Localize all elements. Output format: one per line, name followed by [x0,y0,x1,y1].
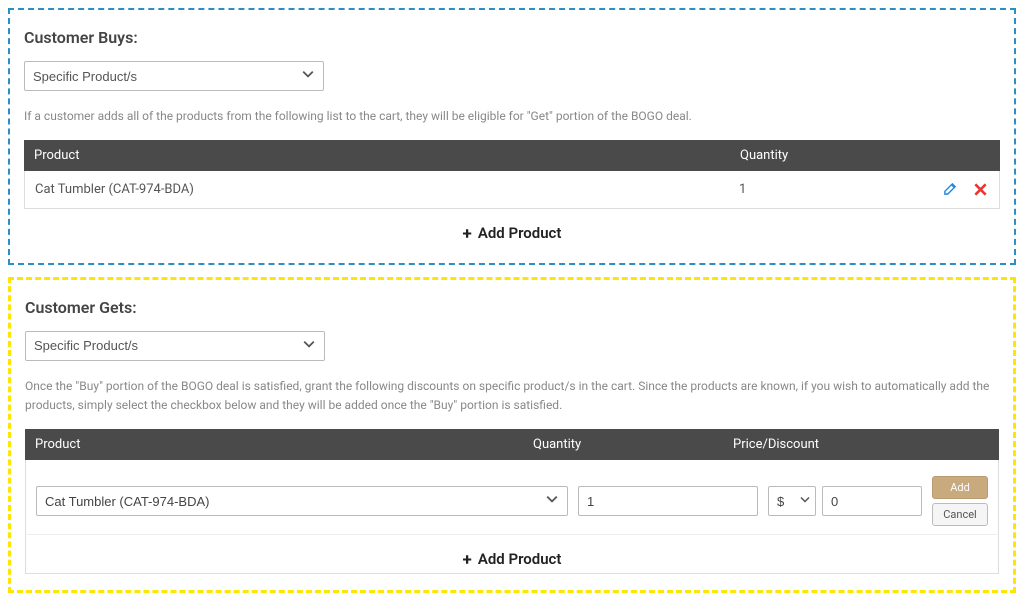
gets-type-select[interactable]: Specific Product/s [25,331,325,361]
add-button[interactable]: Add [932,476,988,499]
gets-header-price: Price/Discount [723,437,923,452]
buys-header-product: Product [34,148,740,163]
gets-header-product: Product [35,437,523,452]
buys-add-product[interactable]: + Add Product [24,209,1000,247]
gets-price-input[interactable] [822,486,922,516]
gets-unit-select[interactable]: $ [768,486,816,516]
gets-price-group: $ [768,486,922,516]
gets-type-select-wrap: Specific Product/s [25,331,325,361]
plus-icon: + [463,224,472,244]
gets-add-label: Add Product [478,550,562,568]
buys-row-actions [929,179,989,200]
customer-buys-title: Customer Buys: [24,28,1000,47]
gets-product-select-wrap: Cat Tumbler (CAT-974-BDA) [36,486,568,516]
gets-post-area: + Add Product [25,535,999,574]
gets-add-product[interactable]: + Add Product [26,535,998,573]
buys-type-select-wrap: Specific Product/s [24,61,324,91]
buys-help-text: If a customer adds all of the products f… [24,107,1000,126]
gets-edit-buttons: Add Cancel [932,476,988,526]
gets-header-quantity: Quantity [523,437,723,452]
delete-icon[interactable] [971,180,989,198]
gets-help-text: Once the "Buy" portion of the BOGO deal … [25,377,999,415]
gets-edit-row: Cat Tumbler (CAT-974-BDA) $ Add Cancel [25,460,999,535]
buys-header-quantity: Quantity [740,148,930,163]
cancel-button[interactable]: Cancel [932,503,988,526]
buys-table-row: Cat Tumbler (CAT-974-BDA) 1 [24,171,1000,209]
customer-buys-panel: Customer Buys: Specific Product/s If a c… [8,8,1016,265]
plus-icon: + [463,550,472,570]
gets-product-select[interactable]: Cat Tumbler (CAT-974-BDA) [36,486,568,516]
gets-quantity-input[interactable] [578,486,758,516]
buys-row-quantity: 1 [739,182,929,197]
buys-table-header: Product Quantity [24,140,1000,171]
edit-icon[interactable] [942,179,960,197]
customer-gets-panel: Customer Gets: Specific Product/s Once t… [8,277,1016,594]
buys-row-product: Cat Tumbler (CAT-974-BDA) [35,182,739,197]
buys-add-label: Add Product [478,224,562,242]
gets-table-header: Product Quantity Price/Discount [25,429,999,460]
gets-unit-select-wrap: $ [768,486,816,516]
buys-type-select[interactable]: Specific Product/s [24,61,324,91]
customer-gets-title: Customer Gets: [25,298,999,317]
